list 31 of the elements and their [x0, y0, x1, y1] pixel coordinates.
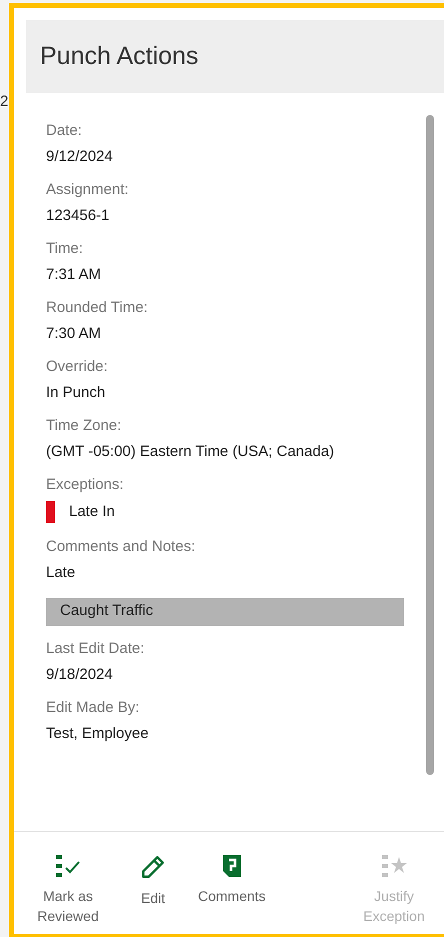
field-label: Time: [46, 239, 84, 259]
note-box: Caught Traffic [46, 598, 404, 626]
checklist-icon [55, 854, 81, 878]
action-button[interactable]: Mark as Reviewed [28, 854, 108, 926]
field-label: Edit Made By: [46, 698, 140, 718]
field-label: Comments and Notes: [46, 536, 196, 556]
field-value: 7:30 AM [46, 324, 102, 344]
panel-title: Punch Actions [40, 40, 198, 72]
background-text: 2 [0, 93, 8, 110]
list-star-icon [381, 854, 407, 878]
field-label: Override: [46, 357, 109, 377]
field-label: Time Zone: [46, 416, 122, 436]
field-label: Rounded Time: [46, 298, 149, 318]
field-value: 9/18/2024 [46, 664, 114, 684]
field-label: Assignment: [46, 180, 130, 200]
field-value: 123456-1 [46, 206, 110, 226]
action-button[interactable]: Comments [198, 854, 266, 926]
field-label: Last Edit Date: [46, 638, 146, 658]
field-value: 9/12/2024 [46, 147, 114, 167]
field-value: 7:31 AM [46, 265, 102, 285]
field-value: (GMT -05:00) Eastern Time (USA; Canada) [46, 442, 336, 462]
field-value: Test, Employee [46, 724, 150, 744]
action-button[interactable]: Edit [120, 854, 186, 926]
pencil-icon [140, 854, 166, 880]
notes-icon [220, 854, 243, 878]
scrollbar-thumb[interactable] [426, 115, 434, 775]
field-label: Exceptions: [46, 475, 125, 495]
exception-value: Late In [69, 502, 115, 522]
field-value: In Punch [46, 383, 106, 403]
field-value: Late [46, 562, 76, 582]
field-label: Date: [46, 121, 83, 141]
